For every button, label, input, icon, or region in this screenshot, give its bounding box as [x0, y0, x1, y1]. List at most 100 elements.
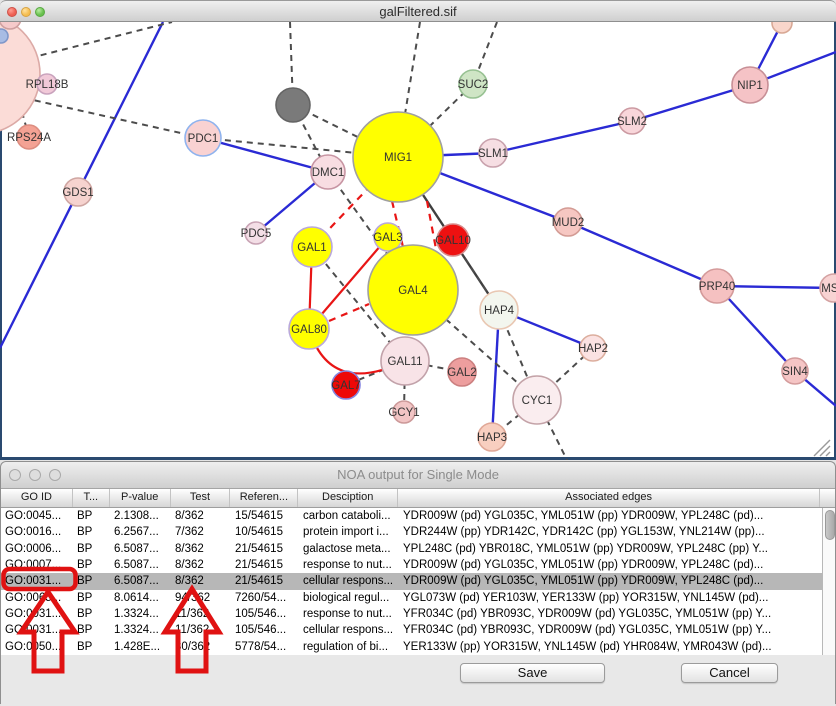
node-label-GCY1: GCY1	[388, 407, 419, 419]
node-GRAY1[interactable]	[276, 88, 310, 122]
cell-r5-c4: 7260/54...	[231, 590, 299, 606]
node-label-MSN: MSN	[821, 283, 836, 295]
node-CUT_TR[interactable]	[772, 22, 792, 33]
cell-r4-c3: 8/362	[171, 573, 231, 589]
node-label-NIP1: NIP1	[737, 80, 763, 92]
cell-r1-c5: protein import i...	[299, 524, 399, 540]
node-CUT_B[interactable]	[0, 29, 8, 43]
cell-r2-c3: 8/362	[171, 541, 231, 557]
network-graph: RPL18BRPS24AGDS1PDC1DMC1MIG1SUC2SLM1SLM2…	[0, 22, 836, 460]
node-label-HAP3: HAP3	[477, 432, 507, 444]
cell-r5-c6: YGL073W (pd) YER103W, YER133W (pp) YOR31…	[399, 590, 822, 606]
node-label-HAP4: HAP4	[484, 305, 515, 317]
noa-titlebar[interactable]: NOA output for Single Mode	[1, 462, 835, 489]
edge-dash	[30, 22, 172, 58]
column-header-5[interactable]: Desciption	[298, 489, 398, 507]
cell-r7-c5: cellular respons...	[299, 622, 399, 638]
cell-r2-c6: YPL248C (pd) YBR018C, YML051W (pp) YDR00…	[399, 541, 822, 557]
cell-r1-c4: 10/54615	[231, 524, 299, 540]
cell-r6-c3: 11/362	[171, 606, 231, 622]
node-label-MUD2: MUD2	[552, 217, 585, 229]
network-titlebar[interactable]: galFiltered.sif	[0, 0, 836, 22]
cell-r1-c3: 7/362	[171, 524, 231, 540]
cell-r0-c0: GO:0045...	[1, 508, 73, 524]
cell-r8-c1: BP	[73, 639, 110, 655]
noa-window: NOA output for Single Mode GO IDT...P-va…	[0, 461, 836, 704]
node-label-PDC1: PDC1	[188, 133, 219, 145]
cell-r7-c3: 11/362	[171, 622, 231, 638]
save-button[interactable]: Save	[460, 663, 605, 683]
table-row-8[interactable]: GO:0050...BP1.428E...80/3625778/54...reg…	[1, 639, 822, 655]
column-header-0[interactable]: GO ID	[1, 489, 73, 507]
screen: { "network_window": { "title": "galFilte…	[0, 0, 836, 704]
cancel-button[interactable]: Cancel	[681, 663, 778, 683]
column-header-2[interactable]: P-value	[110, 489, 171, 507]
cell-r2-c2: 6.5087...	[110, 541, 171, 557]
node-label-CYC1: CYC1	[522, 395, 553, 407]
cell-r0-c4: 15/54615	[231, 508, 299, 524]
table-header: GO IDT...P-valueTestReferen...Desciption…	[1, 489, 835, 508]
cell-r8-c2: 1.428E...	[110, 639, 171, 655]
table-row-3[interactable]: GO:0007...BP6.5087...8/36221/54615respon…	[1, 557, 822, 573]
cell-r4-c1: BP	[73, 573, 110, 589]
cell-r7-c6: YFR034C (pd) YBR093C, YDR009W (pd) YGL03…	[399, 622, 822, 638]
cell-r6-c2: 1.3324...	[110, 606, 171, 622]
cell-r7-c0: GO:0031...	[1, 622, 73, 638]
node-label-GAL1: GAL1	[297, 242, 326, 254]
cell-r1-c6: YDR244W (pp) YDR142C, YDR142C (pp) YGL15…	[399, 524, 822, 540]
cell-r4-c0: GO:0031...	[1, 573, 73, 589]
column-header-spacer	[820, 489, 835, 507]
node-label-SUC2: SUC2	[458, 79, 489, 91]
node-label-GAL3: GAL3	[373, 232, 402, 244]
results-table: GO:0045...BP2.1308...8/36215/54615carbon…	[1, 508, 822, 655]
node-label-MIG1: MIG1	[384, 152, 412, 164]
vertical-scrollbar[interactable]	[822, 508, 835, 655]
cell-r1-c2: 6.2567...	[110, 524, 171, 540]
node-label-SIN4: SIN4	[782, 366, 808, 378]
column-header-1[interactable]: T...	[73, 489, 110, 507]
cell-r0-c5: carbon cataboli...	[299, 508, 399, 524]
table-row-4[interactable]: GO:0031...BP6.5087...8/36221/54615cellul…	[1, 573, 822, 589]
table-row-7[interactable]: GO:0031...BP1.3324...11/362105/546...cel…	[1, 622, 822, 638]
cell-r7-c1: BP	[73, 622, 110, 638]
cell-r4-c6: YDR009W (pd) YGL035C, YML051W (pp) YDR00…	[399, 573, 822, 589]
node-label-RPS24A: RPS24A	[7, 132, 51, 144]
node-label-SLM1: SLM1	[478, 148, 508, 160]
table-row-6[interactable]: GO:0031...BP1.3324...11/362105/546...res…	[1, 606, 822, 622]
cell-r2-c5: galactose meta...	[299, 541, 399, 557]
cell-r0-c6: YDR009W (pd) YGL035C, YML051W (pp) YDR00…	[399, 508, 822, 524]
scrollbar-thumb[interactable]	[825, 510, 835, 540]
network-window-title: galFiltered.sif	[0, 1, 836, 23]
cell-r5-c0: GO:0065...	[1, 590, 73, 606]
node-label-PDC5: PDC5	[241, 228, 272, 240]
cell-r6-c6: YFR034C (pd) YBR093C, YDR009W (pd) YGL03…	[399, 606, 822, 622]
table-row-5[interactable]: GO:0065...BP8.0614...94/3627260/54...bio…	[1, 590, 822, 606]
network-canvas[interactable]: RPL18BRPS24AGDS1PDC1DMC1MIG1SUC2SLM1SLM2…	[0, 22, 836, 460]
edge-blue	[493, 121, 632, 153]
resize-grip-icon[interactable]	[812, 439, 832, 457]
column-header-4[interactable]: Referen...	[230, 489, 298, 507]
column-header-6[interactable]: Associated edges	[398, 489, 820, 507]
edge-reddash	[329, 304, 369, 321]
cell-r8-c4: 5778/54...	[231, 639, 299, 655]
cell-r8-c3: 80/362	[171, 639, 231, 655]
node-label-GAL11: GAL11	[388, 356, 423, 368]
cell-r6-c0: GO:0031...	[1, 606, 73, 622]
cell-r4-c4: 21/54615	[231, 573, 299, 589]
column-header-3[interactable]: Test	[171, 489, 231, 507]
table-row-0[interactable]: GO:0045...BP2.1308...8/36215/54615carbon…	[1, 508, 822, 524]
cell-r0-c1: BP	[73, 508, 110, 524]
cell-r3-c3: 8/362	[171, 557, 231, 573]
table-row-1[interactable]: GO:0016...BP6.2567...7/36210/54615protei…	[1, 524, 822, 540]
edge-blue	[568, 222, 717, 286]
node-label-RPL18B: RPL18B	[26, 79, 69, 91]
cell-r5-c3: 94/362	[171, 590, 231, 606]
cell-r3-c1: BP	[73, 557, 110, 573]
cell-r3-c2: 6.5087...	[110, 557, 171, 573]
noa-footer: Save Cancel	[1, 655, 835, 706]
node-label-PRP40: PRP40	[699, 281, 735, 293]
cell-r8-c5: regulation of bi...	[299, 639, 399, 655]
table-row-2[interactable]: GO:0006...BP6.5087...8/36221/54615galact…	[1, 541, 822, 557]
cell-r3-c6: YDR009W (pd) YGL035C, YML051W (pp) YDR00…	[399, 557, 822, 573]
cell-r5-c2: 8.0614...	[110, 590, 171, 606]
